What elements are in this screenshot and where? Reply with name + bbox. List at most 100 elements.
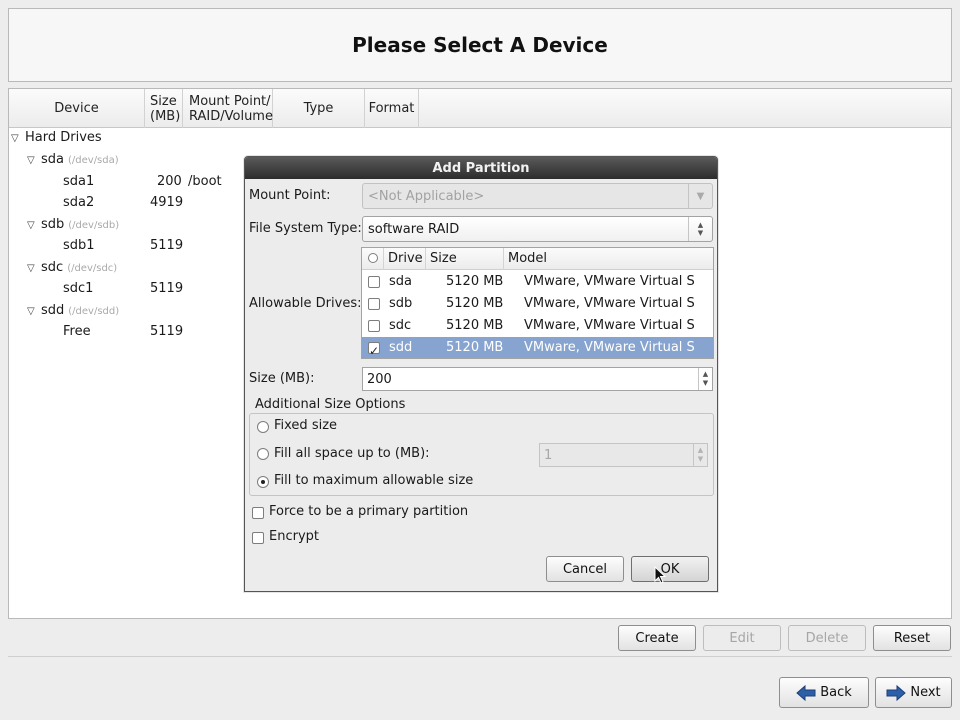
spin-arrows-icon[interactable]: ▲ ▼ [698, 368, 712, 390]
tree-item-free[interactable]: Free [63, 322, 91, 342]
expander-down-icon[interactable]: ▽ [27, 151, 41, 171]
cancel-button[interactable]: Cancel [546, 556, 624, 582]
col-model-label: Model [508, 251, 548, 266]
fixed-size-radio[interactable] [257, 421, 269, 433]
tree-item-sda1[interactable]: sda1 [63, 172, 94, 192]
drive-checkbox[interactable] [368, 340, 380, 358]
col-mount-label-2: RAID/Volume [189, 108, 273, 124]
encrypt-checkbox[interactable] [252, 532, 264, 544]
reset-button[interactable]: Reset [873, 625, 951, 651]
tree-header: Device Size (MB) Mount Point/ RAID/Volum… [9, 89, 951, 128]
force-primary-checkbox[interactable] [252, 507, 264, 519]
col-type-label: Type [303, 101, 334, 116]
drive-checkbox[interactable] [368, 276, 380, 288]
col-model[interactable]: Model [504, 248, 713, 270]
col-size[interactable]: Size (MB) [145, 89, 183, 128]
col-type[interactable]: Type [273, 89, 365, 128]
tree-item-label: sdc [41, 260, 64, 275]
tree-item-label: sdb1 [63, 238, 95, 253]
col-size[interactable]: Size [426, 248, 504, 270]
device-path: (/dev/sdb) [68, 220, 120, 231]
force-primary-label[interactable]: Force to be a primary partition [269, 504, 468, 519]
back-arrow-icon [796, 684, 816, 701]
tree-item-sdc1[interactable]: sdc1 [63, 279, 93, 299]
tree-item-sdb1-size: 5119 [150, 238, 184, 253]
drive-row-sdc[interactable]: sdc 5120 MB VMware, VMware Virtual S [362, 315, 713, 337]
drive-row-sdb[interactable]: sdb 5120 MB VMware, VMware Virtual S [362, 293, 713, 315]
updown-arrows-icon: ▲ ▼ [688, 217, 712, 241]
device-path: (/dev/sda) [68, 155, 119, 166]
next-arrow-icon [886, 684, 907, 701]
tree-item-sda2[interactable]: sda2 [63, 193, 94, 213]
col-device[interactable]: Device [9, 89, 145, 128]
tree-item-label: sda2 [63, 195, 95, 210]
tree-item-sda1-mount: /boot [188, 174, 222, 189]
expander-down-icon[interactable]: ▽ [27, 259, 41, 279]
fs-type-combo[interactable]: software RAID ▲ ▼ [362, 216, 713, 242]
device-path: (/dev/sdd) [68, 306, 120, 317]
ok-button[interactable]: OK [631, 556, 709, 582]
allowable-drives-list[interactable]: Drive Size Model sda 5120 MB VMware, VMw… [361, 247, 714, 359]
tree-item-sda[interactable]: ▽ sda (/dev/sda) [27, 150, 119, 170]
fixed-size-label[interactable]: Fixed size [274, 418, 337, 433]
fill-upto-label[interactable]: Fill all space up to (MB): [274, 446, 430, 461]
fs-type-value: software RAID [368, 221, 460, 237]
fill-upto-radio[interactable] [257, 448, 269, 460]
tree-item-sdb[interactable]: ▽ sdb (/dev/sdb) [27, 215, 119, 235]
expander-down-icon[interactable]: ▽ [27, 216, 41, 236]
size-spinbox[interactable]: 200 ▲ ▼ [362, 367, 713, 391]
tree-item-free-size: 5119 [150, 324, 184, 339]
create-button[interactable]: Create [618, 625, 696, 651]
title-banner: Please Select A Device [8, 8, 952, 82]
back-button[interactable]: Back [779, 677, 869, 708]
mount-point-combo[interactable]: <Not Applicable> ▼ [362, 183, 713, 209]
tree-item-sdd[interactable]: ▽ sdd (/dev/sdd) [27, 301, 119, 321]
drive-model: VMware, VMware Virtual S [524, 340, 695, 355]
allowable-drives-label: Allowable Drives: [249, 296, 362, 311]
col-mount-label-1: Mount Point/ [189, 93, 271, 109]
drive-size: 5120 MB [446, 318, 504, 333]
dialog-title-bar[interactable]: Add Partition [245, 157, 717, 179]
col-device-label: Device [54, 101, 99, 116]
edit-button[interactable]: Edit [703, 625, 781, 651]
fill-max-radio[interactable] [257, 476, 269, 488]
expander-down-icon[interactable]: ▽ [11, 129, 25, 149]
add-partition-dialog: Add Partition Mount Point: <Not Applicab… [244, 156, 718, 592]
col-select[interactable] [362, 248, 384, 270]
dialog-title: Add Partition [432, 160, 530, 176]
drive-name: sdd [389, 340, 413, 355]
drive-name: sdc [389, 318, 412, 333]
tree-item-label: sda1 [63, 174, 95, 189]
col-format[interactable]: Format [365, 89, 419, 128]
next-label: Next [910, 685, 941, 700]
drive-row-sdd[interactable]: sdd 5120 MB VMware, VMware Virtual S [362, 337, 713, 358]
fill-upto-value: 1 [544, 447, 553, 463]
size-label: Size (MB): [249, 371, 315, 386]
tree-item-sdc[interactable]: ▽ sdc (/dev/sdc) [27, 258, 117, 278]
drive-model: VMware, VMware Virtual S [524, 318, 695, 333]
drive-checkbox[interactable] [368, 320, 380, 332]
next-button[interactable]: Next [875, 677, 952, 708]
drive-size: 5120 MB [446, 296, 504, 311]
col-mount[interactable]: Mount Point/ RAID/Volume [183, 89, 273, 128]
drive-name: sda [389, 274, 412, 289]
col-drive-label: Drive [388, 251, 423, 266]
chevron-down-icon: ▼ [688, 184, 712, 208]
tree-item-sdb1[interactable]: sdb1 [63, 236, 95, 256]
drive-checkbox[interactable] [368, 298, 380, 310]
delete-button[interactable]: Delete [788, 625, 866, 651]
fill-upto-spinbox[interactable]: 1 ▲ ▼ [539, 443, 708, 467]
device-path: (/dev/sdc) [67, 263, 118, 274]
col-drive[interactable]: Drive [384, 248, 426, 270]
drive-row-sda[interactable]: sda 5120 MB VMware, VMware Virtual S [362, 271, 713, 293]
spin-arrows-icon[interactable]: ▲ ▼ [693, 444, 707, 466]
tree-item-hard-drives[interactable]: ▽ Hard Drives [11, 128, 102, 148]
separator [8, 656, 952, 657]
encrypt-label[interactable]: Encrypt [269, 529, 319, 544]
expander-down-icon[interactable]: ▽ [27, 302, 41, 322]
tree-item-sdc1-size: 5119 [150, 281, 184, 296]
drive-size: 5120 MB [446, 274, 504, 289]
fill-max-label[interactable]: Fill to maximum allowable size [274, 473, 473, 488]
tree-item-label: Free [63, 324, 91, 339]
tree-item-label: sda [41, 152, 64, 167]
